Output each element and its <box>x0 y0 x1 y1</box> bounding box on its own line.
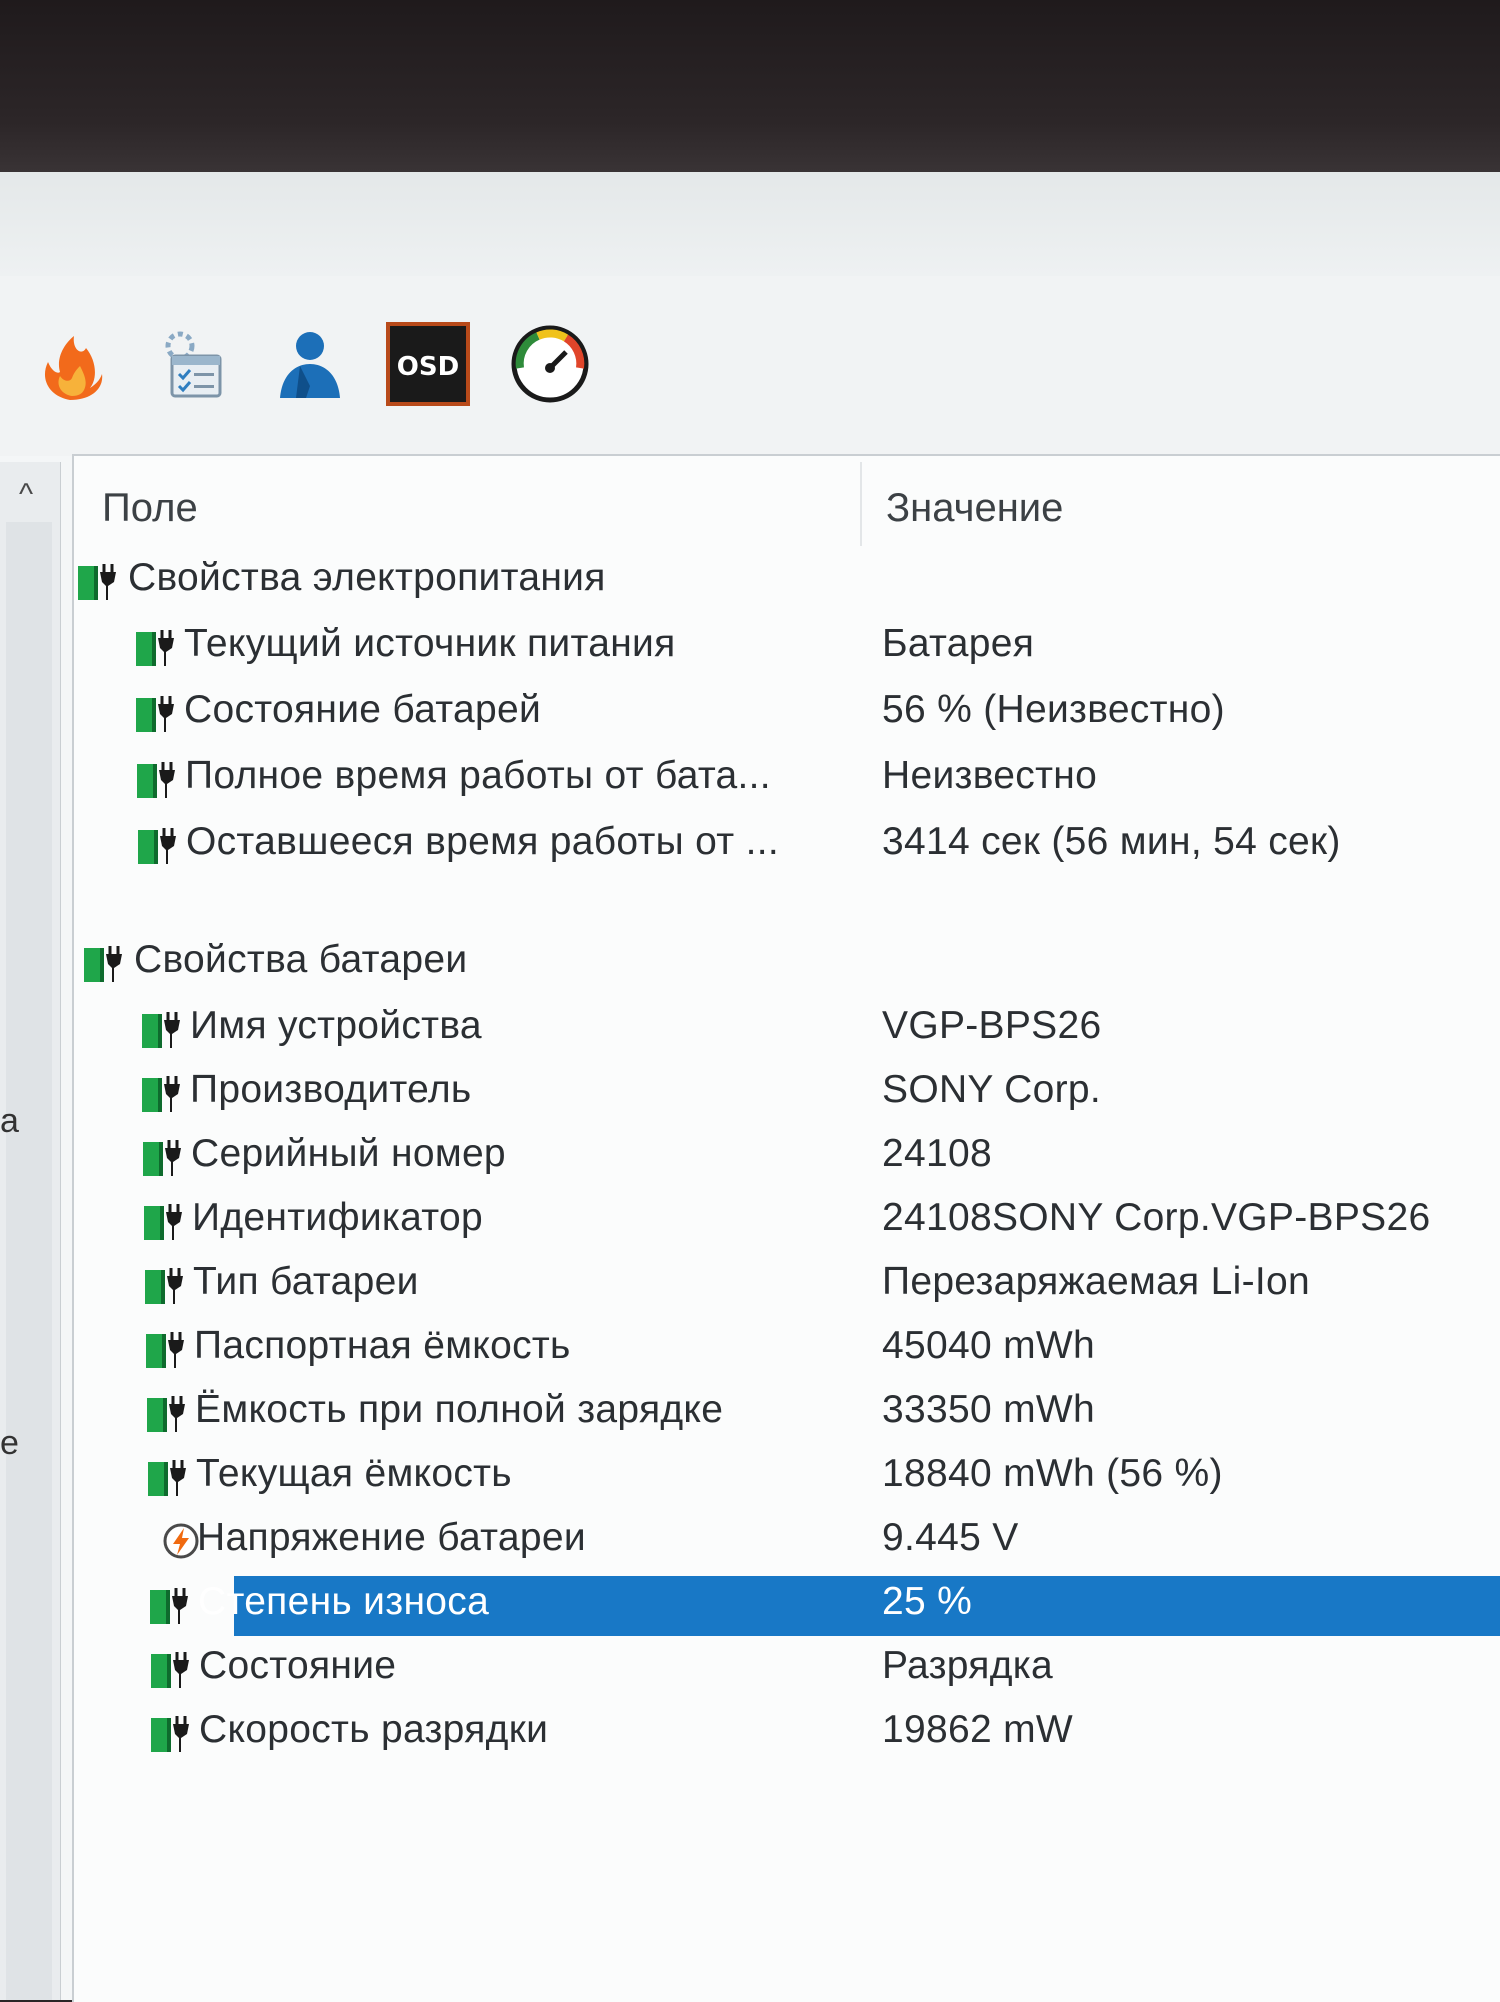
field-value: Перезаряжаемая Li-Ion <box>882 1260 1310 1303</box>
table-row-selected[interactable]: Степень износа 25 % <box>74 1574 1500 1636</box>
truncated-edge-text: a <box>0 1102 19 1140</box>
battery-plug-icon <box>150 1584 190 1626</box>
field-label: Скорость разрядки <box>199 1708 549 1751</box>
left-navigation-pane: ^ <box>0 462 61 2000</box>
list-header: Поле Значение <box>74 456 1500 548</box>
table-row[interactable]: Текущая ёмкость 18840 mWh (56 %) <box>74 1446 1500 1508</box>
field-value: Батарея <box>882 622 1035 665</box>
table-row[interactable]: Ёмкость при полной зарядке 33350 mWh <box>74 1382 1500 1444</box>
scroll-up-button[interactable]: ^ <box>8 480 44 510</box>
field-label: Идентификатор <box>192 1196 483 1239</box>
field-label: Серийный номер <box>191 1132 506 1175</box>
battery-plug-icon <box>143 1136 183 1178</box>
table-row[interactable]: Производитель SONY Corp. <box>74 1062 1500 1124</box>
gauge-icon[interactable] <box>508 322 592 406</box>
battery-plug-icon <box>145 1264 185 1306</box>
field-label: Текущий источник питания <box>184 622 676 665</box>
field-label: Оставшееся время работы от ... <box>186 820 779 863</box>
battery-plug-icon <box>78 560 118 602</box>
field-label: Напряжение батареи <box>197 1516 586 1559</box>
table-row[interactable]: Полное время работы от бата... Неизвестно <box>74 748 1500 810</box>
column-separator[interactable] <box>860 462 862 546</box>
osd-icon[interactable]: OSD <box>386 322 470 406</box>
field-value: Неизвестно <box>882 754 1098 797</box>
table-row[interactable]: Текущий источник питания Батарея <box>74 616 1500 678</box>
field-value: 24108 <box>882 1132 992 1175</box>
table-row[interactable]: Тип батареи Перезаряжаемая Li-Ion <box>74 1254 1500 1316</box>
column-header-field[interactable]: Поле <box>102 486 198 531</box>
battery-plug-icon <box>136 692 176 734</box>
battery-plug-icon <box>148 1456 188 1498</box>
field-value: 24108SONY Corp.VGP-BPS26 <box>882 1196 1431 1239</box>
osd-label: OSD <box>397 352 459 382</box>
table-row[interactable]: Состояние батарей 56 % (Неизвестно) <box>74 682 1500 744</box>
table-row[interactable]: Паспортная ёмкость 45040 mWh <box>74 1318 1500 1380</box>
battery-plug-icon <box>84 942 124 984</box>
scrollbar-track[interactable] <box>6 522 52 2000</box>
battery-plug-icon <box>147 1392 187 1434</box>
battery-plug-icon <box>151 1648 191 1690</box>
battery-plug-icon <box>138 824 178 866</box>
app-window: OSD ^ a e Поле Значение Свойства электро… <box>0 172 1500 2002</box>
battery-plug-icon <box>142 1072 182 1114</box>
field-label: Степень износа <box>198 1580 490 1623</box>
field-value: Разрядка <box>882 1644 1053 1687</box>
battery-plug-icon <box>136 626 176 668</box>
voltage-icon <box>161 1520 201 1562</box>
truncated-edge-text: e <box>0 1424 19 1462</box>
table-row[interactable]: Серийный номер 24108 <box>74 1126 1500 1188</box>
monitor-bezel <box>0 0 1500 175</box>
table-row[interactable]: Скорость разрядки 19862 mW <box>74 1702 1500 1764</box>
field-label: Производитель <box>190 1068 472 1111</box>
field-label: Ёмкость при полной зарядке <box>195 1388 724 1431</box>
field-label: Тип батареи <box>193 1260 419 1303</box>
field-value: 56 % (Неизвестно) <box>882 688 1225 731</box>
field-value: 9.445 V <box>882 1516 1019 1559</box>
field-label: Паспортная ёмкость <box>194 1324 571 1367</box>
field-value: 18840 mWh (56 %) <box>882 1452 1223 1495</box>
scheduler-icon[interactable] <box>150 322 234 406</box>
field-label: Имя устройства <box>190 1004 482 1047</box>
group-header[interactable]: Свойства батареи <box>74 932 1500 994</box>
battery-plug-icon <box>142 1008 182 1050</box>
field-value: 33350 mWh <box>882 1388 1095 1431</box>
field-value: SONY Corp. <box>882 1068 1102 1111</box>
table-row[interactable]: Оставшееся время работы от ... 3414 сек (… <box>74 814 1500 876</box>
battery-plug-icon <box>151 1712 191 1754</box>
field-value: 45040 mWh <box>882 1324 1095 1367</box>
field-value: VGP-BPS26 <box>882 1004 1102 1047</box>
battery-plug-icon <box>137 758 177 800</box>
field-label: Состояние батарей <box>184 688 542 731</box>
group-title: Свойства электропитания <box>128 556 606 599</box>
group-header[interactable]: Свойства электропитания <box>74 550 1500 612</box>
table-row[interactable]: Напряжение батареи 9.445 V <box>74 1510 1500 1572</box>
field-label: Состояние <box>199 1644 397 1687</box>
table-row[interactable]: Имя устройства VGP-BPS26 <box>74 998 1500 1060</box>
field-value: 19862 mW <box>882 1708 1073 1751</box>
column-header-value[interactable]: Значение <box>886 486 1063 531</box>
battery-plug-icon <box>144 1200 184 1242</box>
table-row[interactable]: Идентификатор 24108SONY Corp.VGP-BPS26 <box>74 1190 1500 1252</box>
field-value: 3414 сек (56 мин, 54 сек) <box>882 820 1341 863</box>
field-label: Полное время работы от бата... <box>185 754 771 797</box>
field-label: Текущая ёмкость <box>196 1452 512 1495</box>
group-title: Свойства батареи <box>134 938 468 981</box>
title-bar <box>0 172 1500 276</box>
properties-list: Поле Значение Свойства электропитания Тек… <box>72 454 1500 2002</box>
user-icon[interactable] <box>266 322 350 406</box>
field-value: 25 % <box>882 1580 973 1623</box>
battery-plug-icon <box>146 1328 186 1370</box>
table-row[interactable]: Состояние Разрядка <box>74 1638 1500 1700</box>
flame-icon[interactable] <box>30 322 114 406</box>
